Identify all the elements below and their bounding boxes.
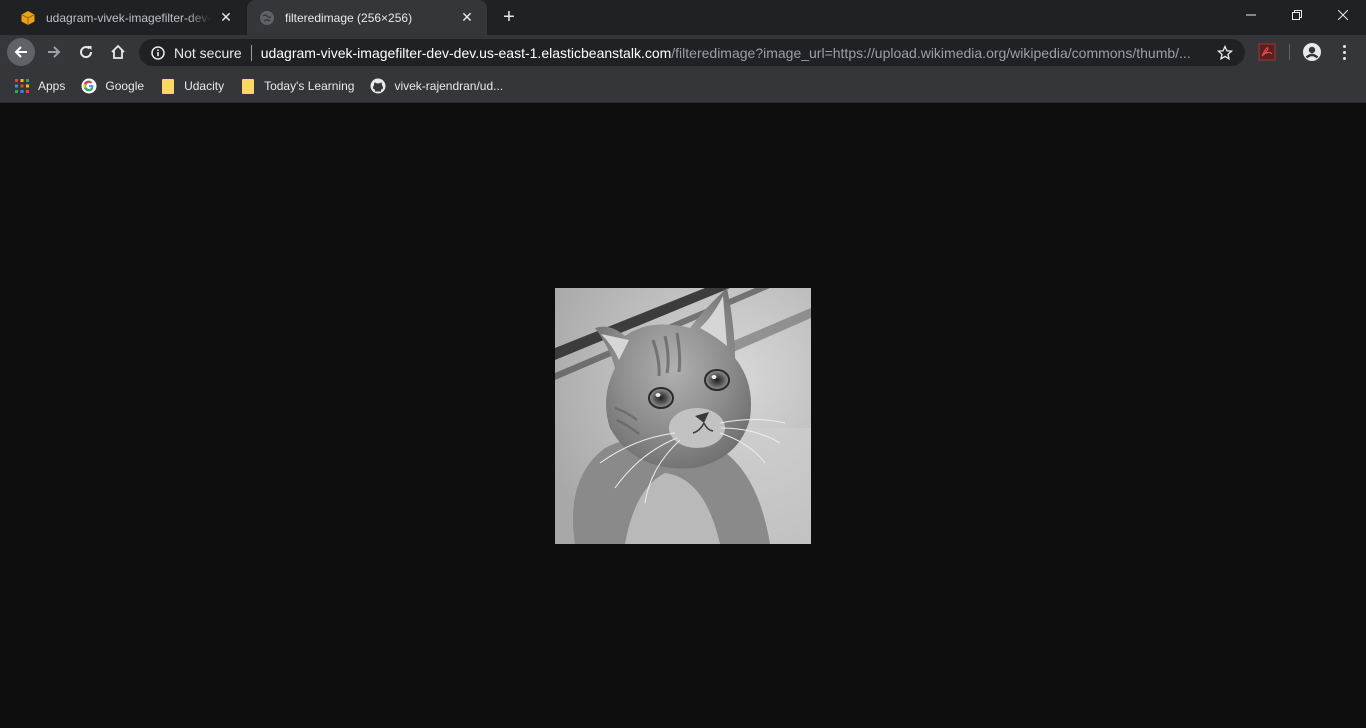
reload-icon <box>80 46 93 59</box>
bookmark-label: Today's Learning <box>264 79 355 93</box>
close-icon <box>1338 10 1348 20</box>
tab-udagram[interactable]: udagram-vivek-imagefilter-dev-dev ✕ <box>8 0 246 35</box>
restore-button[interactable] <box>1274 0 1320 30</box>
arrow-left-icon <box>14 46 27 58</box>
tab-strip: udagram-vivek-imagefilter-dev-dev ✕ filt… <box>0 0 1366 35</box>
bookmark-udacity[interactable]: Udacity <box>160 78 224 94</box>
bookmark-github[interactable]: vivek-rajendran/ud... <box>370 78 503 94</box>
home-icon <box>111 44 125 59</box>
bookmark-todays-learning[interactable]: Today's Learning <box>240 78 354 94</box>
url-path: /filteredimage?image_url=https://upload.… <box>671 44 1191 61</box>
url-host: udagram-vivek-imagefilter-dev-dev.us-eas… <box>260 44 672 61</box>
bookmark-label: Apps <box>38 79 66 93</box>
google-icon <box>81 78 97 94</box>
bookmark-star-icon[interactable] <box>1215 43 1235 63</box>
address-bar[interactable]: Not secure udagram-vivek-imagefilter-dev… <box>139 39 1245 66</box>
toolbar: Not secure udagram-vivek-imagefilter-dev… <box>0 35 1366 70</box>
folder-icon <box>160 78 176 94</box>
arrow-right-icon <box>48 46 61 58</box>
restore-icon <box>1292 10 1302 20</box>
minimize-button[interactable] <box>1228 0 1274 30</box>
profile-avatar-icon[interactable] <box>1302 42 1322 62</box>
tab-close-icon[interactable]: ✕ <box>218 9 234 26</box>
filtered-cat-image[interactable] <box>555 288 811 544</box>
bookmark-label: Udacity <box>184 79 225 93</box>
close-window-button[interactable] <box>1320 0 1366 30</box>
omnibox-divider <box>250 44 252 61</box>
package-icon <box>20 10 36 26</box>
bookmarks-bar: Apps Google Udacity Today's Learning viv… <box>0 70 1366 102</box>
forward-button[interactable] <box>40 38 68 66</box>
info-icon[interactable] <box>150 45 166 61</box>
reload-button[interactable] <box>72 38 100 66</box>
security-status[interactable]: Not secure <box>174 45 242 61</box>
toolbar-divider <box>1289 44 1290 60</box>
browser-chrome: udagram-vivek-imagefilter-dev-dev ✕ filt… <box>0 0 1366 103</box>
bookmark-label: vivek-rajendran/ud... <box>394 79 504 93</box>
tab-filteredimage[interactable]: filteredimage (256×256) ✕ <box>247 0 487 35</box>
tab-close-icon[interactable]: ✕ <box>459 9 475 26</box>
bookmark-google[interactable]: Google <box>81 78 144 94</box>
apps-grid-icon <box>14 78 30 94</box>
tab-title: udagram-vivek-imagefilter-dev-dev <box>46 10 212 25</box>
minimize-icon <box>1246 14 1256 16</box>
globe-icon <box>259 10 275 26</box>
github-icon <box>370 78 386 94</box>
url-text[interactable]: udagram-vivek-imagefilter-dev-dev.us-eas… <box>261 45 1209 61</box>
bookmark-apps[interactable]: Apps <box>14 78 65 94</box>
bookmark-label: Google <box>105 79 145 93</box>
new-tab-button[interactable]: + <box>498 6 520 28</box>
tab-title: filteredimage (256×256) <box>285 10 413 25</box>
grayscale-cat-photo <box>555 288 811 544</box>
kebab-menu-icon[interactable] <box>1336 42 1352 62</box>
pdf-extension-icon[interactable] <box>1258 43 1276 61</box>
folder-icon <box>240 78 256 94</box>
page-viewport <box>0 103 1366 728</box>
back-button[interactable] <box>7 38 35 66</box>
home-button[interactable] <box>104 38 132 66</box>
